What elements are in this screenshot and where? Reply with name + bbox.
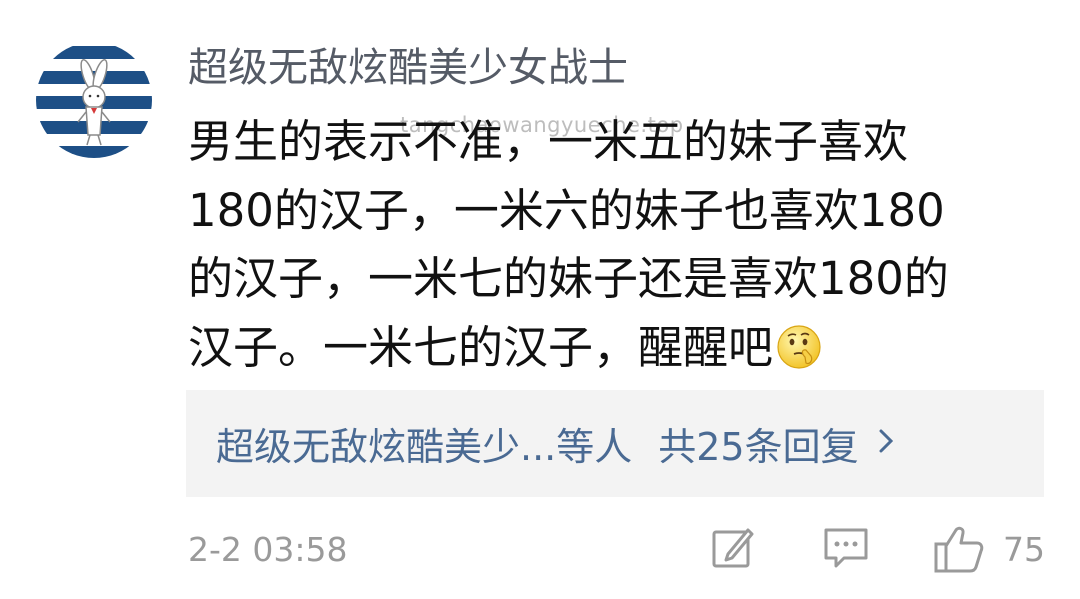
striped-bunny-avatar (36, 42, 152, 158)
reply-names: 超级无敌炫酷美少...等人 (216, 425, 633, 469)
comment-line: 汉子。一米七的汉子，醒醒吧 (188, 314, 1048, 383)
avatar[interactable] (36, 42, 152, 158)
replies-preview[interactable]: 超级无敌炫酷美少...等人 共25条回复 (186, 390, 1044, 497)
like-count: 75 (1003, 530, 1045, 569)
edit-icon[interactable] (710, 524, 756, 570)
comment-line: 男生的表示不准，一米五的妹子喜欢 (188, 115, 909, 168)
username[interactable]: 超级无敌炫酷美少女战士 (188, 38, 628, 98)
comment-icon[interactable] (822, 524, 870, 572)
thinking-face-emoji (777, 324, 821, 369)
comment-line: 的汉子，一米七的妹子还是喜欢180的 (188, 252, 949, 305)
comment-text: 男生的表示不准，一米五的妹子喜欢 180的汉子，一米六的妹子也喜欢180 的汉子… (188, 108, 1048, 382)
chevron-right-icon (877, 424, 895, 464)
timestamp: 2-2 03:58 (188, 530, 348, 569)
comment-line: 180的汉子，一米六的妹子也喜欢180 (188, 183, 945, 237)
comment-line-text: 汉子。一米七的汉子，醒醒吧 (188, 320, 774, 374)
thumbs-up-icon[interactable] (933, 524, 985, 574)
reply-count: 共25条回复 (658, 425, 859, 469)
